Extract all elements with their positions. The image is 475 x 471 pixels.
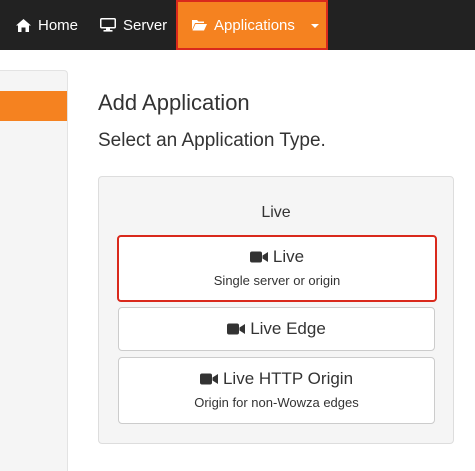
live-edge-option-button[interactable]: Live Edge (118, 307, 435, 351)
monitor-icon (100, 18, 116, 32)
live-option-title: Live (119, 247, 435, 267)
home-icon (16, 18, 31, 32)
live-edge-option-label: Live Edge (250, 319, 326, 338)
video-camera-icon (199, 373, 218, 385)
nav-home-label: Home (38, 16, 79, 34)
nav-applications[interactable]: Applications (176, 0, 328, 50)
nav-server-label: Server (123, 16, 168, 34)
live-option-label: Live (272, 247, 305, 266)
video-camera-icon (227, 323, 246, 335)
video-camera-icon (249, 251, 268, 263)
nav-applications-label: Applications (214, 16, 295, 34)
top-navbar: Home Server Applications (0, 0, 475, 50)
nav-server[interactable]: Server (100, 0, 167, 50)
live-http-origin-option-label: Live HTTP Origin (222, 369, 354, 388)
left-sidebar (0, 70, 68, 471)
live-http-origin-option-button[interactable]: Live HTTP Origin Origin for non-Wowza ed… (118, 357, 435, 424)
page-title: Add Application (98, 90, 250, 115)
live-edge-option-title: Live Edge (119, 319, 434, 339)
page-subtitle: Select an Application Type. (98, 130, 326, 151)
sidebar-active-item[interactable] (0, 91, 67, 121)
folder-open-icon (192, 19, 207, 31)
live-option-description: Single server or origin (213, 273, 341, 288)
live-option-button[interactable]: Live Single server or origin (117, 235, 437, 302)
live-http-origin-option-title: Live HTTP Origin (119, 369, 434, 389)
caret-down-icon[interactable] (310, 24, 319, 28)
panel-heading: Live (261, 204, 291, 221)
live-http-origin-option-description: Origin for non-Wowza edges (194, 395, 359, 410)
nav-home[interactable]: Home (16, 0, 78, 50)
